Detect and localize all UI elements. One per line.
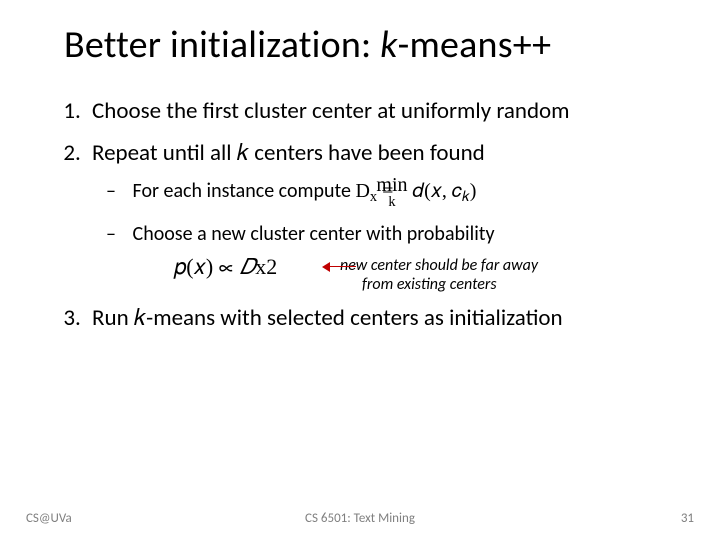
probability-formula: 𝑝(𝑥) ∝ 𝐷x2 (174, 254, 277, 279)
title-prefix: Better initialization: (64, 22, 380, 68)
arrow-left-icon (322, 262, 356, 272)
step-3-prefix: Run (92, 304, 134, 332)
substep-2-text: Choose a new cluster center with probabi… (133, 222, 495, 246)
step-2-prefix: Repeat until all (92, 139, 237, 167)
substep-2: Choose a new cluster center with probabi… (106, 220, 680, 292)
substep-1-prefix: For each instance compute (133, 179, 356, 203)
title-suffix: -means++ (398, 22, 552, 68)
slide-number: 31 (681, 511, 694, 526)
footer-center: CS 6501: Text Mining (0, 511, 720, 526)
substep-1: For each instance compute Dx = mink 𝑑(𝑥,… (106, 175, 680, 209)
step-3: Run 𝑘-means with selected centers as ini… (86, 302, 680, 334)
substep-1-formula: Dx = mink 𝑑(𝑥, 𝑐𝑘) (355, 180, 476, 202)
slide-title: Better initialization: k-means++ (64, 22, 680, 68)
Dx-D: D (355, 180, 369, 202)
step-2-suffix: centers have been found (249, 139, 485, 167)
formula-row: 𝑝(𝑥) ∝ 𝐷x2 new center should be far away… (196, 252, 680, 292)
step-3-k: 𝑘 (134, 305, 146, 330)
min-text: min (398, 175, 407, 195)
px-part: 𝑝(𝑥) ∝ (174, 254, 240, 279)
step-2-k: 𝑘 (237, 140, 249, 165)
min-operator: mink (398, 175, 407, 209)
sub-list: For each instance compute Dx = mink 𝑑(𝑥,… (106, 175, 680, 291)
step-1: Choose the first cluster center at unifo… (86, 96, 680, 127)
ck-sub: 𝑘 (462, 189, 470, 205)
step-2: Repeat until all 𝑘 centers have been fou… (86, 137, 680, 291)
title-k: k (380, 22, 397, 68)
annotation-text: new center should be far away from exist… (362, 256, 572, 294)
d-xc: 𝑑(𝑥, 𝑐 (408, 180, 462, 202)
slide: Better initialization: k-means++ Choose … (0, 0, 720, 540)
close-paren: ) (470, 180, 477, 202)
min-sub: k (398, 195, 407, 209)
step-3-suffix: -means with selected centers as initiali… (146, 304, 562, 332)
annotation: new center should be far away from exist… (322, 256, 572, 294)
Dx-sub: x (255, 254, 266, 279)
D-part: 𝐷 (240, 254, 255, 279)
step-1-text: Choose the first cluster center at unifo… (92, 97, 570, 125)
main-list: Choose the first cluster center at unifo… (86, 96, 680, 334)
sq-sup: 2 (266, 254, 277, 279)
